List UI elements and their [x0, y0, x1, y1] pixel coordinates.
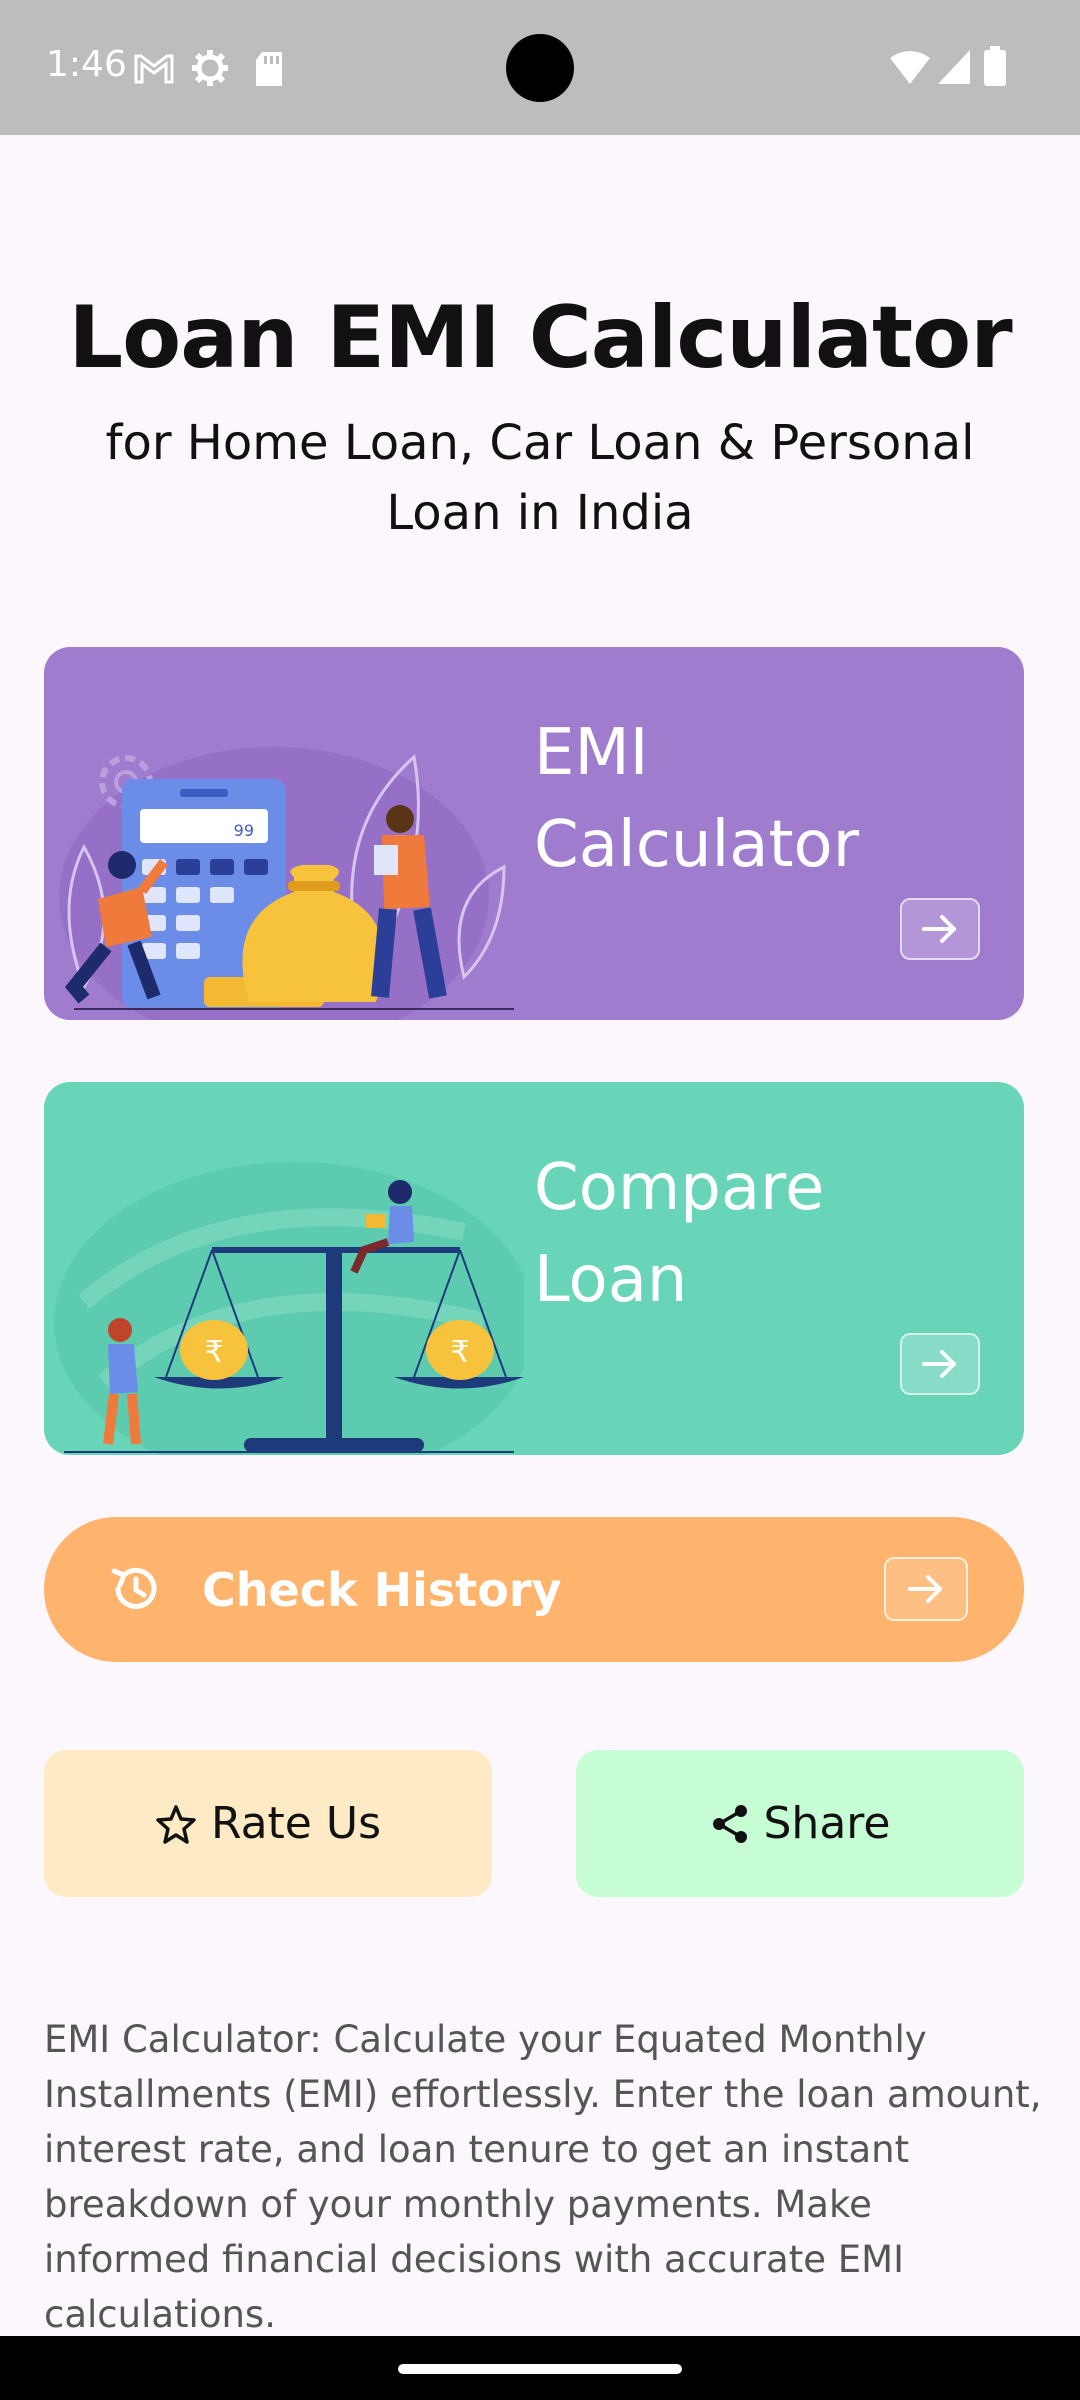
status-bar: 1:46: [0, 0, 1080, 135]
calculator-display-text: 99: [234, 821, 254, 840]
camera-cutout: [506, 34, 574, 102]
share-label: Share: [763, 1798, 891, 1849]
history-icon: [111, 1567, 157, 1609]
gmail-icon: [134, 54, 174, 84]
compare-card-arrow-button[interactable]: [900, 1333, 980, 1395]
arrow-right-icon: [908, 1575, 942, 1603]
history-arrow-button[interactable]: [884, 1557, 968, 1621]
navigation-bar: [0, 2336, 1080, 2400]
compare-loan-illustration: ₹ ₹: [54, 1162, 524, 1455]
star-icon: [156, 1804, 196, 1844]
rate-us-button[interactable]: Rate Us: [44, 1750, 492, 1897]
rupee-symbol-right: ₹: [450, 1335, 469, 1370]
wifi-icon: [890, 51, 930, 84]
description-text: EMI Calculator: Calculate your Equated M…: [44, 2018, 1042, 2336]
emi-card-title-line2: Calculator: [534, 808, 859, 882]
check-history-button[interactable]: Check History: [44, 1517, 1024, 1662]
emi-calculator-illustration: 99: [59, 747, 514, 1020]
page-title: Loan EMI Calculator: [68, 288, 1012, 388]
settings-gear-icon: [192, 50, 228, 86]
arrow-right-icon: [922, 1350, 956, 1378]
rupee-symbol-left: ₹: [204, 1335, 223, 1370]
battery-icon: [984, 46, 1006, 86]
home-gesture-handle[interactable]: [398, 2364, 682, 2374]
share-button[interactable]: Share: [576, 1750, 1024, 1897]
sd-card-icon: [256, 52, 282, 86]
share-icon: [712, 1804, 747, 1843]
emi-card-title: EMI Calculator: [534, 707, 994, 891]
compare-card-title-line2: Loan: [534, 1243, 688, 1317]
compare-card-title: Compare Loan: [534, 1142, 994, 1326]
status-time: 1:46: [46, 44, 127, 85]
arrow-right-icon: [922, 915, 956, 943]
page-subtitle: for Home Loan, Car Loan & Personal Loan …: [105, 415, 975, 541]
signal-icon: [938, 50, 970, 84]
rate-us-label: Rate Us: [210, 1798, 381, 1849]
compare-card-title-line1: Compare: [534, 1151, 825, 1225]
emi-card-arrow-button[interactable]: [900, 898, 980, 960]
emi-card-title-line1: EMI: [534, 716, 649, 790]
check-history-label: Check History: [202, 1563, 562, 1617]
emi-calculator-card[interactable]: 99 EMI Calculator: [44, 647, 1024, 1020]
compare-loan-card[interactable]: ₹ ₹ Compare Loan: [44, 1082, 1024, 1455]
